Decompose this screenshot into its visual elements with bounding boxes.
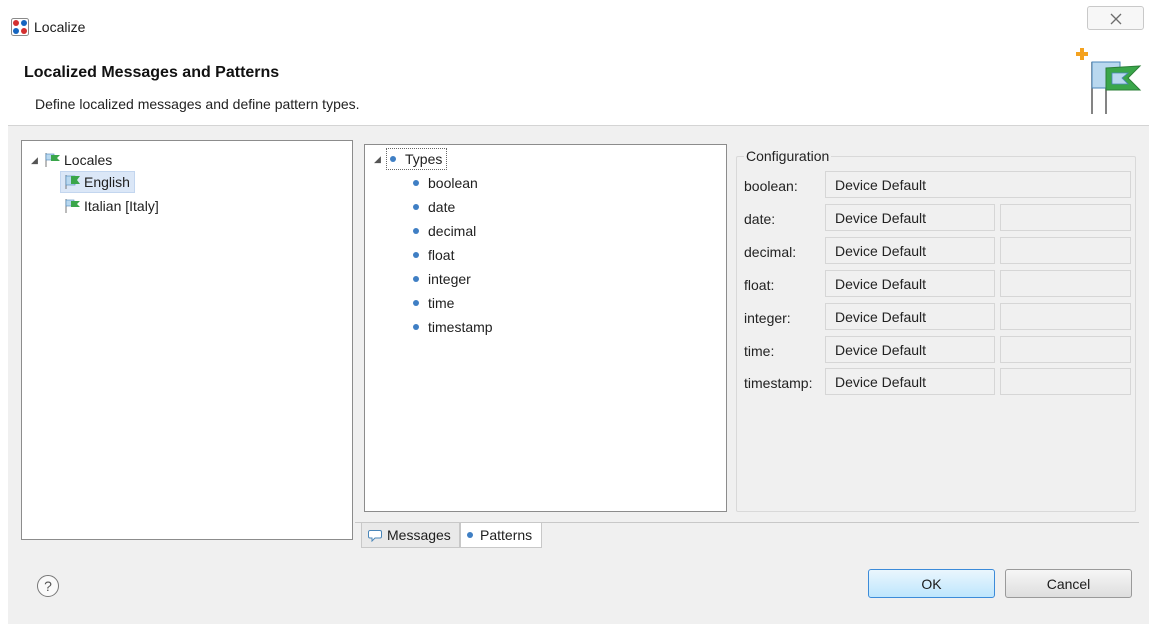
- config-field-decimal[interactable]: Device Default: [825, 237, 995, 264]
- tab-label: Messages: [387, 527, 451, 543]
- tree-item-integer[interactable]: integer: [413, 268, 471, 290]
- tab-label: Patterns: [480, 527, 533, 543]
- tree-item-boolean[interactable]: boolean: [413, 172, 478, 194]
- tree-item-types[interactable]: ◢ Types: [374, 148, 448, 170]
- tab-bar: Messages Patterns: [355, 522, 1139, 548]
- expand-arrow-icon[interactable]: ◢: [31, 155, 43, 166]
- speech-bubble-icon: [368, 529, 382, 542]
- configuration-group: Configuration boolean: Device Default da…: [736, 144, 1141, 514]
- bullet-icon: [467, 532, 473, 538]
- flag-icon: [65, 199, 80, 213]
- config-label-decimal: decimal:: [744, 244, 797, 260]
- tab-patterns[interactable]: Patterns: [460, 523, 542, 548]
- dialog-header: Localized Messages and Patterns Define l…: [8, 42, 1149, 126]
- bullet-icon: [413, 180, 419, 186]
- flag-icon: [65, 175, 80, 189]
- tree-item-label: float: [428, 247, 455, 263]
- bullet-icon: [390, 156, 396, 162]
- plus-icon: [1076, 48, 1088, 60]
- bullet-icon: [413, 228, 419, 234]
- tree-item-label: English: [84, 174, 130, 190]
- types-tree[interactable]: ◢ Types boolean date decimal float integ…: [364, 144, 727, 512]
- tree-item-label: decimal: [428, 223, 477, 239]
- tree-item-english[interactable]: English: [60, 171, 135, 193]
- bullet-icon: [413, 276, 419, 282]
- page-description: Define localized messages and define pat…: [35, 96, 360, 112]
- config-pattern-float[interactable]: [1000, 270, 1131, 297]
- bullet-icon: [413, 324, 419, 330]
- bullet-icon: [413, 252, 419, 258]
- tree-item-decimal[interactable]: decimal: [413, 220, 476, 242]
- dialog-footer: ? OK Cancel: [8, 556, 1149, 624]
- tree-item-label: time: [428, 295, 455, 311]
- bullet-icon: [413, 204, 419, 210]
- cancel-button[interactable]: Cancel: [1005, 569, 1132, 598]
- localize-banner-icon: [1076, 48, 1142, 114]
- config-label-boolean: boolean:: [744, 178, 798, 194]
- tree-item-label: date: [428, 199, 456, 215]
- tree-item-label: Italian [Italy]: [84, 198, 159, 214]
- configuration-title: Configuration: [744, 148, 832, 164]
- close-icon: [1110, 13, 1122, 25]
- help-icon[interactable]: ?: [37, 575, 59, 597]
- config-pattern-time[interactable]: [1000, 336, 1131, 363]
- ok-button[interactable]: OK: [868, 569, 995, 598]
- page-title: Localized Messages and Patterns: [24, 64, 280, 81]
- tree-item-date[interactable]: date: [413, 196, 455, 218]
- config-pattern-decimal[interactable]: [1000, 237, 1131, 264]
- close-button[interactable]: [1087, 6, 1144, 30]
- config-field-boolean[interactable]: Device Default: [825, 171, 1131, 198]
- config-field-integer[interactable]: Device Default: [825, 303, 995, 330]
- tree-item-timestamp[interactable]: timestamp: [413, 316, 493, 338]
- config-pattern-date[interactable]: [1000, 204, 1131, 231]
- config-field-timestamp[interactable]: Device Default: [825, 368, 995, 395]
- window-titlebar: Localize: [0, 0, 1149, 40]
- tree-item-label: integer: [428, 271, 471, 287]
- tree-item-label: boolean: [428, 175, 478, 191]
- tree-item-label: Locales: [64, 152, 113, 168]
- config-pattern-integer[interactable]: [1000, 303, 1131, 330]
- tree-item-label: Types: [405, 151, 443, 167]
- tree-item-float[interactable]: float: [413, 244, 454, 266]
- config-field-time[interactable]: Device Default: [825, 336, 995, 363]
- config-label-date: date:: [744, 211, 776, 227]
- tree-item-label: timestamp: [428, 319, 493, 335]
- dialog-body: ◢ Locales English Italian [Italy] ◢ Type…: [8, 126, 1149, 556]
- config-label-float: float:: [744, 277, 775, 293]
- tree-item-italian[interactable]: Italian [Italy]: [63, 195, 159, 217]
- tab-messages[interactable]: Messages: [361, 523, 460, 548]
- config-label-time: time:: [744, 343, 775, 359]
- flag-icon: [45, 153, 60, 167]
- window-title: Localize: [34, 19, 86, 35]
- tree-item-locales[interactable]: ◢ Locales: [31, 149, 112, 171]
- config-label-timestamp: timestamp:: [744, 375, 813, 391]
- expand-arrow-icon[interactable]: ◢: [374, 154, 386, 165]
- locales-tree[interactable]: ◢ Locales English Italian [Italy]: [21, 140, 353, 540]
- app-icon: [11, 18, 29, 36]
- config-label-integer: integer:: [744, 310, 791, 326]
- bullet-icon: [413, 300, 419, 306]
- config-field-date[interactable]: Device Default: [825, 204, 995, 231]
- config-pattern-timestamp[interactable]: [1000, 368, 1131, 395]
- tree-item-time[interactable]: time: [413, 292, 454, 314]
- config-field-float[interactable]: Device Default: [825, 270, 995, 297]
